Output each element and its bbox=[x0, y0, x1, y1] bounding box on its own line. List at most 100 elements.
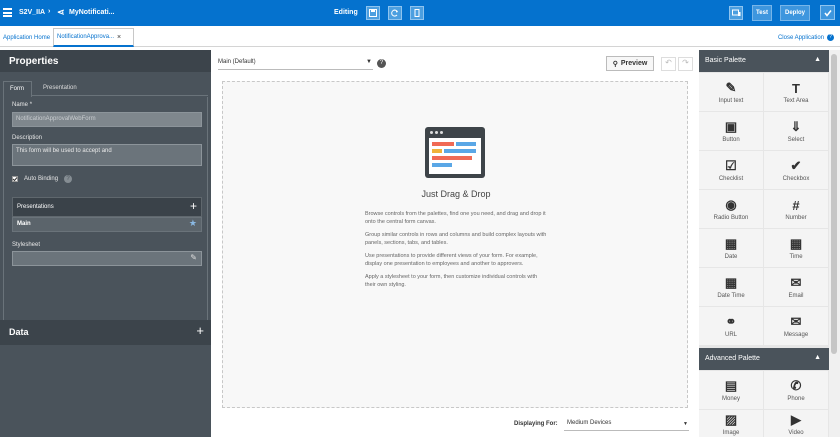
palette-item-checkbox[interactable]: ✔ Checkbox bbox=[764, 151, 828, 189]
palette-item-button[interactable]: ▣ Button bbox=[699, 112, 763, 150]
form-properties: Name * NotificationApprovalWebForm Descr… bbox=[3, 97, 208, 331]
image-icon: ▨ bbox=[724, 411, 738, 427]
device-select-value: Medium Devices bbox=[567, 420, 612, 426]
save-button[interactable] bbox=[366, 6, 380, 20]
tab-notification-approval[interactable]: NotificationApprova... × bbox=[53, 28, 134, 47]
undo-icon[interactable]: ↶ bbox=[661, 57, 676, 71]
tab-bar: Application Home NotificationApprova... … bbox=[0, 26, 840, 47]
name-label: Name * bbox=[12, 102, 33, 108]
scrollbar-thumb[interactable] bbox=[831, 54, 837, 354]
presentations-header: Presentations + bbox=[12, 197, 202, 217]
app-name-link[interactable]: S2V_IIA bbox=[19, 9, 45, 16]
form-canvas-area: Main (Default) ▼ ? ⚲ Preview ↶ ↷ Just Dr… bbox=[211, 50, 698, 437]
palette-item-money[interactable]: ▤ Money bbox=[699, 371, 763, 409]
tab-application-home[interactable]: Application Home bbox=[0, 28, 53, 47]
hamburger-menu-icon[interactable] bbox=[3, 8, 12, 17]
form-drop-zone[interactable]: Just Drag & Drop Browse controls from th… bbox=[222, 81, 688, 408]
properties-title: Properties bbox=[0, 50, 211, 72]
radio-icon: ◉ bbox=[725, 197, 737, 212]
palette-item-label: Time bbox=[789, 254, 803, 260]
deploy-button[interactable]: Deploy bbox=[780, 5, 810, 21]
palette-item-time[interactable]: ▦ Time bbox=[764, 229, 828, 267]
palette-item-select[interactable]: ⇓ Select bbox=[764, 112, 828, 150]
palette-item-email[interactable]: ✉ Email bbox=[764, 268, 828, 306]
tab-form[interactable]: Form bbox=[3, 81, 32, 97]
datetime-icon: ▦ bbox=[724, 275, 738, 290]
stylesheet-input[interactable]: ✎ bbox=[12, 251, 202, 266]
redo-icon[interactable]: ↷ bbox=[678, 57, 693, 71]
instruction-4: Apply a stylesheet to your form, then cu… bbox=[365, 274, 538, 288]
search-icon: ⚲ bbox=[612, 60, 618, 68]
palette-item-label: Date bbox=[724, 254, 738, 260]
palette-item-video[interactable]: ▶ Video bbox=[764, 410, 828, 437]
save-icon bbox=[369, 9, 377, 17]
select-icon: ⇓ bbox=[790, 119, 802, 134]
help-icon[interactable]: ? bbox=[827, 34, 834, 41]
palette-item-label: Input text bbox=[718, 98, 744, 104]
palette-item-number[interactable]: # Number bbox=[764, 190, 828, 228]
palette-item-date-time[interactable]: ▦ Date Time bbox=[699, 268, 763, 306]
presentation-main-label: Main bbox=[17, 221, 31, 227]
auto-binding-checkbox[interactable] bbox=[12, 176, 18, 182]
add-data-icon[interactable]: + bbox=[196, 323, 204, 338]
description-textarea[interactable]: This form will be used to accept and bbox=[12, 144, 202, 166]
collapse-basic-icon[interactable]: ▲ bbox=[814, 56, 821, 63]
info-button[interactable] bbox=[410, 6, 424, 20]
name-input[interactable]: NotificationApprovalWebForm bbox=[12, 112, 202, 127]
close-tab-icon[interactable]: × bbox=[117, 34, 121, 41]
palette-item-checklist[interactable]: ☑ Checklist bbox=[699, 151, 763, 189]
canvas-help-icon[interactable]: ? bbox=[377, 59, 386, 68]
close-application-label: Close Application bbox=[777, 34, 824, 41]
palette-item-label: Phone bbox=[787, 396, 805, 402]
auto-binding-help-icon[interactable]: ? bbox=[64, 175, 72, 183]
instruction-3: Use presentations to provide different v… bbox=[365, 253, 538, 267]
palette-item-radio-button[interactable]: ◉ Radio Button bbox=[699, 190, 763, 228]
email-icon: ✉ bbox=[790, 275, 802, 290]
palette-item-label: Message bbox=[783, 332, 809, 338]
activate-button[interactable] bbox=[820, 5, 835, 20]
instruction-2: Group similar controls in rows and colum… bbox=[365, 232, 547, 246]
form-name-breadcrumb[interactable]: MyNotificati... bbox=[69, 9, 115, 16]
preview-button[interactable]: ⚲ Preview bbox=[606, 56, 654, 71]
instruction-1: Browse controls from the palettes, find … bbox=[365, 211, 546, 225]
message-icon: ✉ bbox=[790, 314, 802, 329]
instructions: Browse controls from the palettes, find … bbox=[365, 211, 547, 289]
palette-item-message[interactable]: ✉ Message bbox=[764, 307, 828, 345]
mode-label: Editing bbox=[334, 9, 358, 16]
data-section-header[interactable]: Data + bbox=[0, 320, 211, 345]
palette-item-label: Email bbox=[788, 293, 804, 299]
device-select[interactable]: Medium Devices ▼ bbox=[564, 417, 689, 431]
palette-item-image[interactable]: ▨ Image bbox=[699, 410, 763, 437]
basic-palette-header[interactable]: Basic Palette ▲ bbox=[699, 50, 829, 72]
properties-panel: Properties Form Presentation Name * Noti… bbox=[0, 50, 211, 437]
palette-item-label: Select bbox=[787, 137, 805, 143]
presentation-row-main[interactable]: Main ★ bbox=[12, 217, 202, 232]
tab-presentation[interactable]: Presentation bbox=[43, 85, 77, 91]
tab-label: NotificationApprova... bbox=[57, 34, 115, 40]
refresh-button[interactable] bbox=[388, 6, 402, 20]
text-area-icon: T bbox=[792, 80, 800, 96]
palette-scrollbar[interactable] bbox=[829, 50, 840, 437]
layout-button[interactable] bbox=[729, 6, 743, 20]
advanced-palette-header[interactable]: Advanced Palette ▲ bbox=[699, 348, 829, 370]
default-star-icon[interactable]: ★ bbox=[189, 218, 197, 229]
device-icon bbox=[731, 9, 740, 16]
add-presentation-icon[interactable]: + bbox=[190, 199, 197, 213]
palette-item-label: Button bbox=[722, 137, 740, 143]
palette-item-input-text[interactable]: ✎ Input text bbox=[699, 73, 763, 111]
pencil-icon[interactable]: ✎ bbox=[190, 253, 197, 262]
palette-item-url[interactable]: ⚭ URL bbox=[699, 307, 763, 345]
palette-item-phone[interactable]: ✆ Phone bbox=[764, 371, 828, 409]
palette-item-text-area[interactable]: T Text Area bbox=[764, 73, 828, 111]
check-icon bbox=[823, 9, 832, 17]
presentations-title: Presentations bbox=[17, 204, 54, 210]
test-button[interactable]: Test bbox=[752, 5, 772, 21]
presentation-select[interactable]: Main (Default) ▼ bbox=[218, 56, 373, 70]
pencil-icon: ✎ bbox=[725, 80, 737, 95]
palette-item-label: Checklist bbox=[718, 176, 744, 182]
collapse-advanced-icon[interactable]: ▲ bbox=[814, 354, 821, 361]
palette-item-label: Radio Button bbox=[713, 215, 749, 221]
palette-item-date[interactable]: ▦ Date bbox=[699, 229, 763, 267]
close-application-link[interactable]: Close Application ? bbox=[775, 28, 837, 47]
palette-panel: Basic Palette ▲ ✎ Input text T Text Area ▣ Bu… bbox=[699, 50, 829, 437]
